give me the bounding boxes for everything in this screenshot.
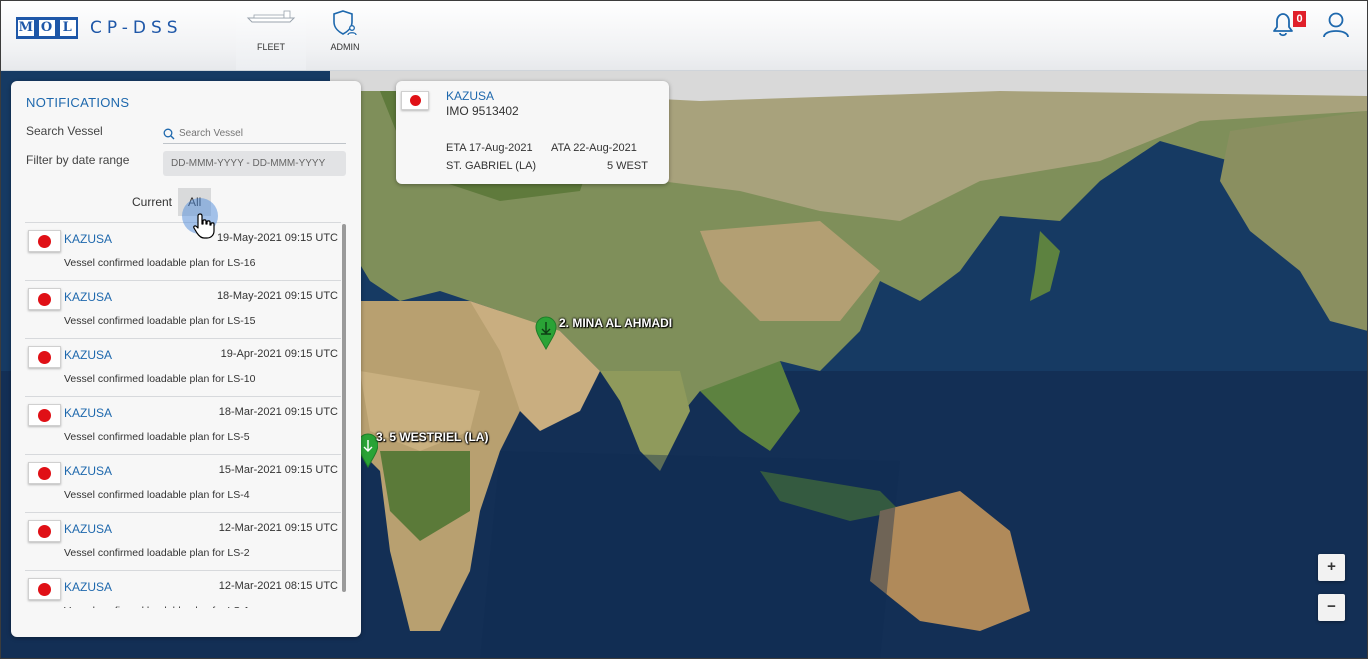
japan-flag-icon (401, 91, 429, 110)
notification-message: Vessel confirmed loadable plan for LS-1 (64, 605, 250, 608)
user-menu[interactable] (1321, 10, 1351, 40)
vessel-imo: IMO 9513402 (446, 104, 519, 118)
search-vessel-field[interactable] (163, 124, 346, 144)
notification-timestamp: 19-Apr-2021 09:15 UTC (220, 348, 338, 360)
notification-timestamp: 19-May-2021 09:15 UTC (216, 232, 338, 244)
notification-count-badge: 0 (1293, 11, 1306, 27)
japan-flag-icon (28, 462, 61, 484)
mol-logo-box: MOL (16, 17, 78, 39)
notification-item[interactable]: KAZUSA 12-Mar-2021 09:15 UTC Vessel confir… (25, 512, 341, 570)
vessel-direction: 5 WEST (607, 160, 648, 172)
nav-admin-label: ADMIN (330, 42, 360, 52)
notification-vessel-name[interactable]: KAZUSA (64, 348, 112, 362)
notification-message: Vessel confirmed loadable plan for LS-2 (64, 547, 250, 559)
brand-logo[interactable]: MOL CP-DSS (16, 17, 183, 39)
search-vessel-input[interactable] (179, 128, 339, 139)
hand-cursor-icon (193, 213, 215, 239)
ship-icon (246, 10, 296, 23)
japan-flag-icon (28, 520, 61, 542)
notification-vessel-name[interactable]: KAZUSA (64, 232, 112, 246)
japan-flag-icon (28, 578, 61, 600)
notification-item[interactable]: KAZUSA 19-May-2021 09:15 UTC Vessel confir… (25, 222, 341, 280)
logo-letter-m: M (18, 20, 35, 36)
notification-vessel-name[interactable]: KAZUSA (64, 580, 112, 594)
notification-timestamp: 12-Mar-2021 08:15 UTC (218, 580, 338, 592)
notification-item[interactable]: KAZUSA 18-Mar-2021 09:15 UTC Vessel confir… (25, 396, 341, 454)
port-marker-westriel[interactable] (358, 432, 378, 468)
user-icon (1323, 12, 1349, 38)
notification-item[interactable]: KAZUSA 19-Apr-2021 09:15 UTC Vessel confir… (25, 338, 341, 396)
logo-letter-o: O (38, 20, 55, 36)
notification-item[interactable]: KAZUSA 12-Mar-2021 08:15 UTC Vessel confir… (25, 570, 341, 608)
vessel-eta: ETA 17-Aug-2021 (446, 142, 533, 154)
notification-list-scrollbar[interactable] (342, 224, 346, 592)
zoom-in-button[interactable]: + (1318, 554, 1345, 581)
port-marker-mina-al-ahmadi[interactable] (535, 316, 557, 350)
marker-label-westriel: 3. 5 WESTRIEL (LA) (376, 430, 489, 444)
logo-letter-l: L (59, 20, 76, 36)
notification-timestamp: 18-Mar-2021 09:15 UTC (218, 406, 338, 418)
date-range-input[interactable]: DD-MMM-YYYY - DD-MMM-YYYY (163, 151, 346, 176)
notification-vessel-name[interactable]: KAZUSA (64, 406, 112, 420)
notification-timestamp: 12-Mar-2021 09:15 UTC (218, 522, 338, 534)
vessel-name[interactable]: KAZUSA (446, 89, 494, 103)
notifications-title: NOTIFICATIONS (26, 95, 130, 110)
notification-timestamp: 18-May-2021 09:15 UTC (216, 290, 338, 302)
shield-user-icon (333, 10, 357, 36)
nav-fleet-label: FLEET (256, 42, 285, 52)
top-header: MOL CP-DSS FLEET ADMIN 0 (0, 0, 1368, 71)
notification-message: Vessel confirmed loadable plan for LS-10 (64, 373, 256, 385)
japan-flag-icon (28, 346, 61, 368)
nav-admin[interactable]: ADMIN (310, 0, 380, 70)
notification-vessel-name[interactable]: KAZUSA (64, 464, 112, 478)
notification-message: Vessel confirmed loadable plan for LS-5 (64, 431, 250, 443)
japan-flag-icon (28, 288, 61, 310)
notification-timestamp: 15-Mar-2021 09:15 UTC (218, 464, 338, 476)
date-range-label: Filter by date range (26, 153, 130, 167)
zoom-out-button[interactable]: − (1318, 594, 1345, 621)
notification-message: Vessel confirmed loadable plan for LS-15 (64, 315, 256, 327)
tab-current[interactable]: Current (126, 188, 178, 216)
vessel-ata: ATA 22-Aug-2021 (551, 142, 637, 154)
notification-item[interactable]: KAZUSA 15-Mar-2021 09:15 UTC Vessel confir… (25, 454, 341, 512)
notification-bell[interactable]: 0 (1270, 10, 1306, 42)
notification-item[interactable]: KAZUSA 18-May-2021 09:15 UTC Vessel confir… (25, 280, 341, 338)
brand-text: CP-DSS (90, 18, 183, 38)
notification-message: Vessel confirmed loadable plan for LS-4 (64, 489, 250, 501)
vessel-port: ST. GABRIEL (LA) (446, 160, 537, 172)
vessel-info-card[interactable]: KAZUSA IMO 9513402 ETA 17-Aug-2021 ATA 2… (396, 81, 669, 184)
search-vessel-label: Search Vessel (26, 124, 103, 138)
search-icon (163, 128, 175, 139)
japan-flag-icon (28, 230, 61, 252)
notification-vessel-name[interactable]: KAZUSA (64, 522, 112, 536)
notification-vessel-name[interactable]: KAZUSA (64, 290, 112, 304)
notifications-panel: NOTIFICATIONS Search Vessel Filter by da… (11, 81, 361, 637)
nav-fleet[interactable]: FLEET (236, 0, 306, 70)
japan-flag-icon (28, 404, 61, 426)
notification-message: Vessel confirmed loadable plan for LS-16 (64, 257, 256, 269)
marker-label-mina-al-ahmadi: 2. MINA AL AHMADI (559, 316, 673, 330)
notification-list: KAZUSA 19-May-2021 09:15 UTC Vessel confir… (25, 222, 341, 608)
